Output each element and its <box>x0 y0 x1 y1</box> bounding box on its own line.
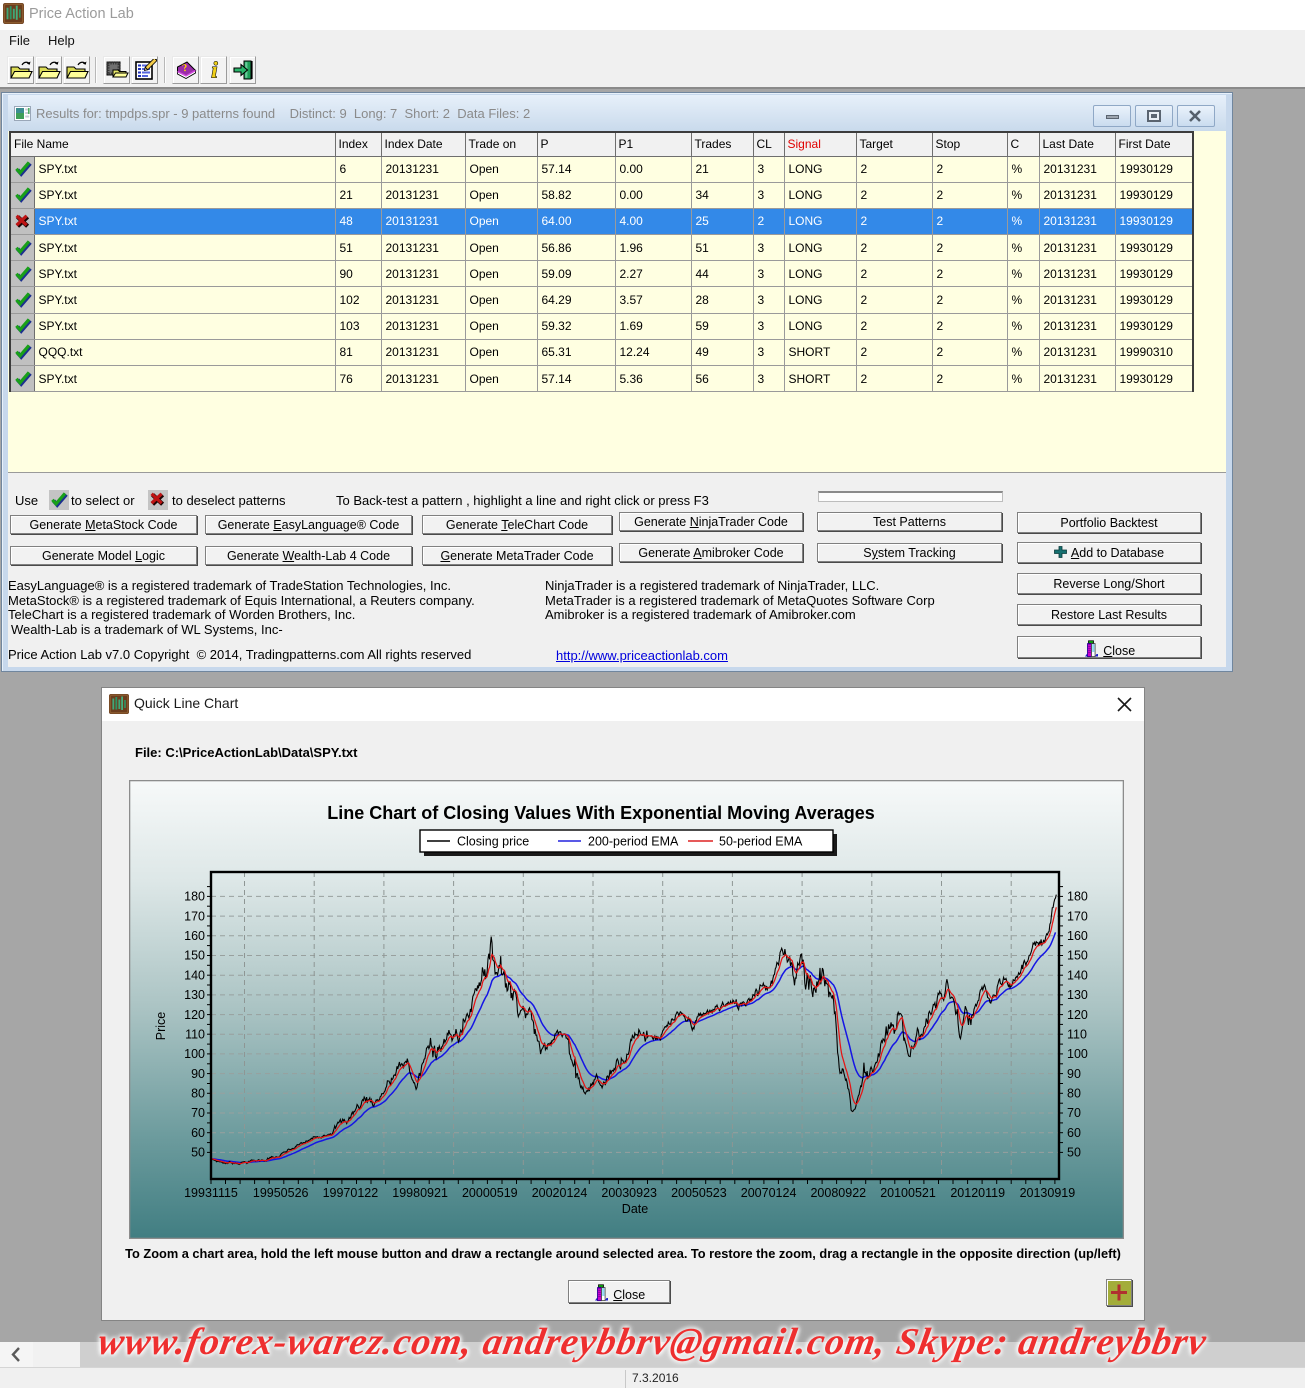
svg-text:90: 90 <box>1067 1067 1081 1081</box>
svg-text:19931115: 19931115 <box>184 1186 238 1200</box>
svg-text:140: 140 <box>1067 968 1088 982</box>
svg-text:180: 180 <box>184 890 205 904</box>
svg-text:130: 130 <box>1067 988 1088 1002</box>
svg-text:Closing price: Closing price <box>457 835 529 849</box>
svg-text:Line Chart of Closing Values W: Line Chart of Closing Values With Expone… <box>327 803 875 823</box>
svg-text:70: 70 <box>1067 1106 1081 1120</box>
svg-text:120: 120 <box>1067 1008 1088 1022</box>
svg-text:120: 120 <box>184 1008 205 1022</box>
svg-text:20030923: 20030923 <box>601 1186 657 1200</box>
svg-text:20050523: 20050523 <box>671 1186 727 1200</box>
svg-text:Date: Date <box>622 1202 648 1216</box>
svg-text:20000519: 20000519 <box>462 1186 518 1200</box>
svg-text:19980921: 19980921 <box>392 1186 448 1200</box>
svg-text:100: 100 <box>1067 1047 1088 1061</box>
svg-text:150: 150 <box>184 949 205 963</box>
svg-text:80: 80 <box>191 1087 205 1101</box>
svg-text:Price: Price <box>154 1012 168 1041</box>
svg-text:100: 100 <box>184 1047 205 1061</box>
svg-text:170: 170 <box>1067 909 1088 923</box>
svg-text:80: 80 <box>1067 1087 1081 1101</box>
svg-text:90: 90 <box>191 1067 205 1081</box>
svg-text:19950526: 19950526 <box>253 1186 309 1200</box>
svg-text:150: 150 <box>1067 949 1088 963</box>
svg-text:20080922: 20080922 <box>810 1186 866 1200</box>
svg-text:20120119: 20120119 <box>950 1186 1005 1200</box>
svg-text:160: 160 <box>1067 929 1088 943</box>
svg-text:20020124: 20020124 <box>532 1186 588 1200</box>
svg-text:i: i <box>211 59 218 81</box>
svg-text:50-period EMA: 50-period EMA <box>719 835 803 849</box>
svg-text:60: 60 <box>191 1126 205 1140</box>
svg-text:170: 170 <box>184 909 205 923</box>
svg-text:19970122: 19970122 <box>323 1186 379 1200</box>
svg-text:60: 60 <box>1067 1126 1081 1140</box>
svg-text:160: 160 <box>184 929 205 943</box>
svg-text:110: 110 <box>1067 1027 1087 1041</box>
svg-text:50: 50 <box>1067 1146 1081 1160</box>
svg-text:50: 50 <box>191 1146 205 1160</box>
svg-text:140: 140 <box>184 968 205 982</box>
svg-text:180: 180 <box>1067 890 1088 904</box>
svg-text:110: 110 <box>185 1027 205 1041</box>
svg-text:20130919: 20130919 <box>1020 1186 1076 1200</box>
svg-text:20070124: 20070124 <box>741 1186 797 1200</box>
svg-text:200-period EMA: 200-period EMA <box>588 835 679 849</box>
svg-text:70: 70 <box>191 1106 205 1120</box>
svg-text:20100521: 20100521 <box>880 1186 936 1200</box>
svg-text:130: 130 <box>184 988 205 1002</box>
